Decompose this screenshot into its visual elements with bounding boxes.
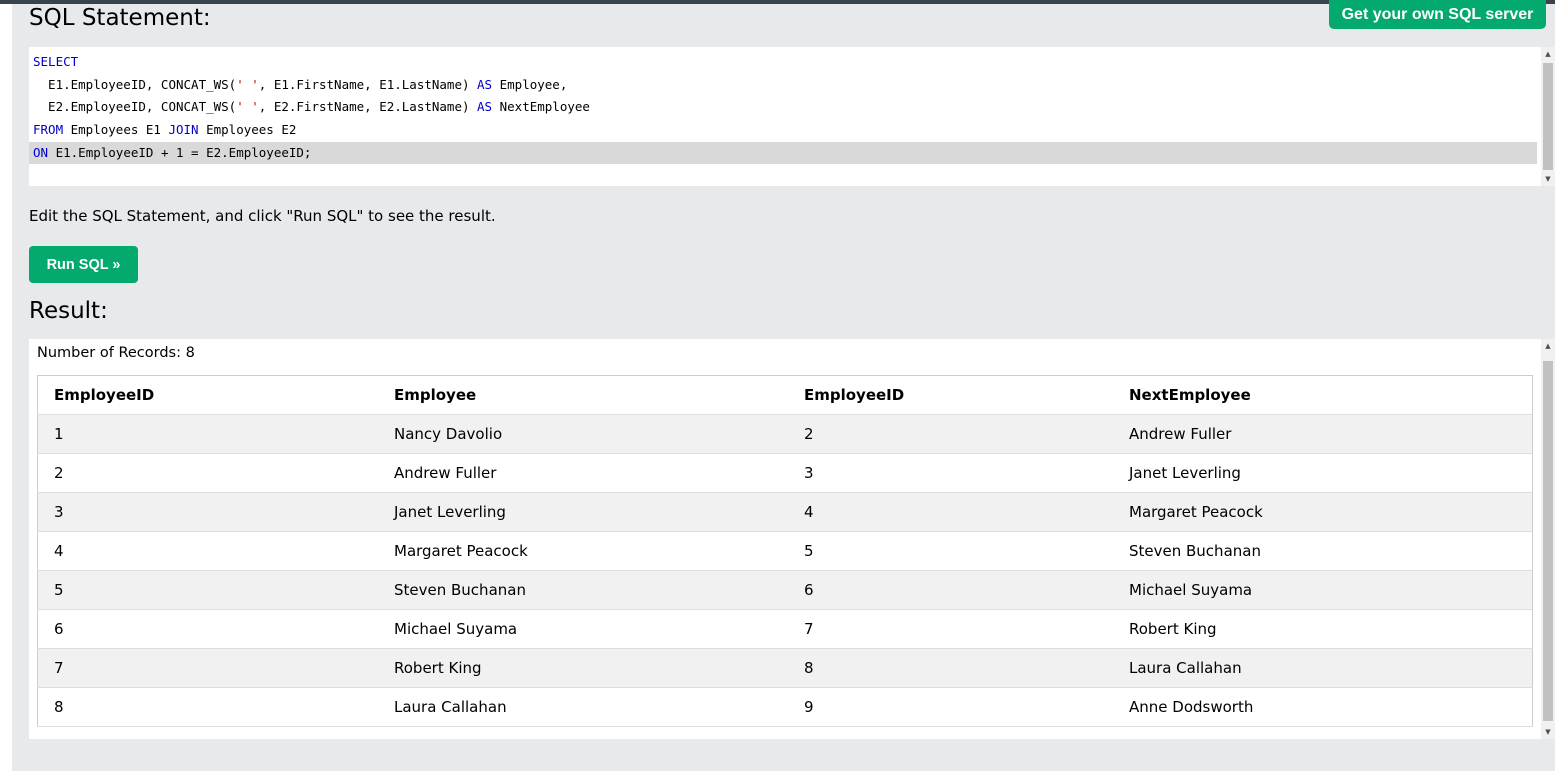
- column-header: EmployeeID: [37, 375, 378, 415]
- code-line[interactable]: E1.EmployeeID, CONCAT_WS(' ', E1.FirstNa…: [29, 74, 1537, 97]
- run-sql-button[interactable]: Run SQL »: [29, 246, 138, 283]
- table-row: 1 Nancy Davolio 2 Andrew Fuller: [37, 414, 1533, 454]
- sql-keyword: ON: [33, 144, 49, 160]
- sql-string: ' ': [236, 99, 259, 115]
- table-cell: Robert King: [378, 648, 788, 688]
- result-heading: Result:: [29, 298, 108, 324]
- table-cell: 9: [788, 687, 1113, 727]
- code-line[interactable]: SELECT: [29, 51, 1537, 74]
- sql-text: , E1.FirstName, E1.LastName): [258, 76, 478, 92]
- table-cell: Anne Dodsworth: [1113, 687, 1533, 727]
- table-cell: 8: [788, 648, 1113, 688]
- table-row: 8 Laura Callahan 9 Anne Dodsworth: [37, 687, 1533, 727]
- table-header-row: EmployeeID Employee EmployeeID NextEmplo…: [37, 375, 1533, 415]
- instructions-text: Edit the SQL Statement, and click "Run S…: [29, 207, 496, 225]
- column-header: EmployeeID: [788, 375, 1113, 415]
- table-cell: 3: [788, 453, 1113, 493]
- column-header: NextEmployee: [1113, 375, 1533, 415]
- sql-text: E1.EmployeeID + 1 = E2.EmployeeID;: [48, 144, 312, 160]
- sql-text: Employee,: [492, 76, 568, 92]
- table-row: 2 Andrew Fuller 3 Janet Leverling: [37, 453, 1533, 493]
- table-cell: 7: [788, 609, 1113, 649]
- table-cell: Andrew Fuller: [378, 453, 788, 493]
- sql-string: ' ': [236, 76, 259, 92]
- scroll-down-icon[interactable]: ▼: [1541, 172, 1555, 186]
- sql-text: , E2.FirstName, E2.LastName): [258, 99, 478, 115]
- sql-text: NextEmployee: [492, 99, 590, 115]
- result-panel: Number of Records: 8 EmployeeID Employee…: [29, 339, 1555, 739]
- sql-text: Employees E2: [198, 122, 297, 138]
- table-cell: Steven Buchanan: [378, 570, 788, 610]
- table-cell: Margaret Peacock: [378, 531, 788, 571]
- sql-keyword: AS: [477, 76, 493, 92]
- table-cell: Michael Suyama: [378, 609, 788, 649]
- get-sql-server-button[interactable]: Get your own SQL server: [1329, 0, 1546, 29]
- table-cell: 4: [788, 492, 1113, 532]
- table-cell: 6: [788, 570, 1113, 610]
- column-header: Employee: [378, 375, 788, 415]
- table-cell: Janet Leverling: [1113, 453, 1533, 493]
- table-cell: 2: [37, 453, 378, 493]
- editor-scrollbar[interactable]: ▲ ▼: [1541, 47, 1555, 186]
- table-cell: Robert King: [1113, 609, 1533, 649]
- table-cell: 8: [37, 687, 378, 727]
- table-cell: 1: [37, 414, 378, 454]
- sql-text: E1.EmployeeID, CONCAT_WS(: [33, 76, 237, 92]
- sql-text: E2.EmployeeID, CONCAT_WS(: [33, 99, 237, 115]
- scroll-up-icon[interactable]: ▲: [1541, 339, 1555, 353]
- table-row: 5 Steven Buchanan 6 Michael Suyama: [37, 570, 1533, 610]
- table-cell: Laura Callahan: [378, 687, 788, 727]
- code-line[interactable]: FROM Employees E1 JOIN Employees E2: [29, 119, 1537, 142]
- table-cell: Michael Suyama: [1113, 570, 1533, 610]
- scrollbar-thumb[interactable]: [1543, 63, 1553, 170]
- code-line[interactable]: E2.EmployeeID, CONCAT_WS(' ', E2.FirstNa…: [29, 96, 1537, 119]
- code-line[interactable]: ON E1.EmployeeID + 1 = E2.EmployeeID;: [29, 141, 1537, 165]
- scrollbar-thumb[interactable]: [1543, 361, 1553, 721]
- sql-keyword: FROM: [33, 122, 64, 138]
- sql-editor[interactable]: SELECT E1.EmployeeID, CONCAT_WS(' ', E1.…: [29, 47, 1555, 186]
- table-cell: 5: [788, 531, 1113, 571]
- records-count: Number of Records: 8: [37, 345, 195, 361]
- table-cell: 5: [37, 570, 378, 610]
- table-cell: Laura Callahan: [1113, 648, 1533, 688]
- table-row: 7 Robert King 8 Laura Callahan: [37, 648, 1533, 688]
- sql-keyword: SELECT: [33, 54, 79, 69]
- table-cell: 2: [788, 414, 1113, 454]
- table-row: 4 Margaret Peacock 5 Steven Buchanan: [37, 531, 1533, 571]
- sql-keyword: JOIN: [168, 122, 199, 138]
- table-cell: Steven Buchanan: [1113, 531, 1533, 571]
- result-scrollbar[interactable]: ▲ ▼: [1541, 339, 1555, 739]
- table-cell: Nancy Davolio: [378, 414, 788, 454]
- table-cell: Janet Leverling: [378, 492, 788, 532]
- sql-code[interactable]: SELECT E1.EmployeeID, CONCAT_WS(' ', E1.…: [29, 51, 1537, 165]
- scroll-up-icon[interactable]: ▲: [1541, 47, 1555, 61]
- table-cell: 3: [37, 492, 378, 532]
- result-table: EmployeeID Employee EmployeeID NextEmplo…: [37, 375, 1533, 727]
- sql-statement-heading: SQL Statement:: [29, 5, 211, 31]
- sql-keyword: AS: [477, 99, 493, 115]
- table-cell: Margaret Peacock: [1113, 492, 1533, 532]
- sql-text: Employees E1: [63, 122, 169, 138]
- scroll-down-icon[interactable]: ▼: [1541, 725, 1555, 739]
- table-cell: 4: [37, 531, 378, 571]
- table-row: 6 Michael Suyama 7 Robert King: [37, 609, 1533, 649]
- table-cell: 7: [37, 648, 378, 688]
- table-row: 3 Janet Leverling 4 Margaret Peacock: [37, 492, 1533, 532]
- table-cell: 6: [37, 609, 378, 649]
- table-cell: Andrew Fuller: [1113, 414, 1533, 454]
